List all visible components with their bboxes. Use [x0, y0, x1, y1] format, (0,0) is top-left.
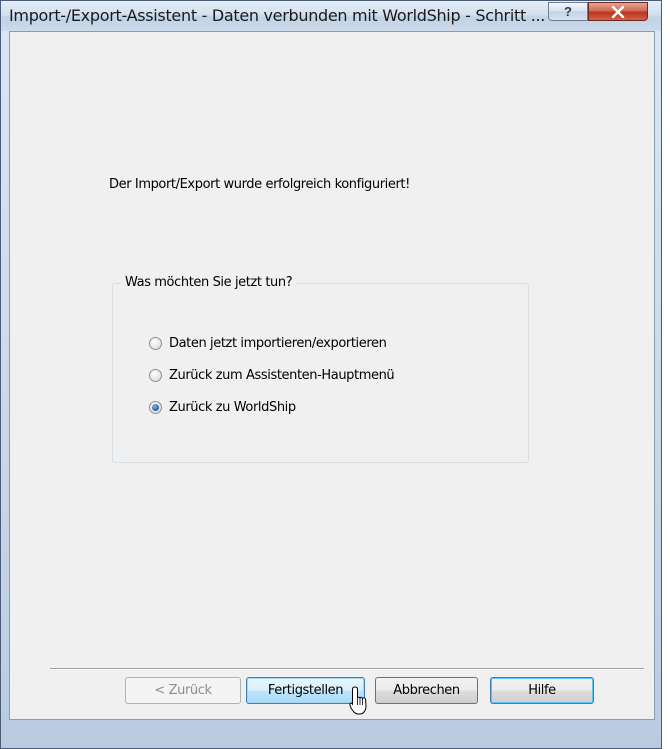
success-message: Der Import/Export wurde erfolgreich konf…	[109, 177, 410, 192]
back-button[interactable]: < Zurück	[125, 677, 241, 704]
radio-import-export-now[interactable]: Daten jetzt importieren/exportieren	[149, 336, 387, 351]
radio-back-to-worldship[interactable]: Zurück zu WorldShip	[149, 400, 296, 415]
finish-button[interactable]: Fertigstellen	[246, 677, 365, 704]
radio-button-icon[interactable]	[149, 337, 162, 350]
button-separator	[50, 668, 644, 670]
radio-back-to-main-menu[interactable]: Zurück zum Assistenten-Hauptmenü	[149, 368, 395, 383]
cancel-button[interactable]: Abbrechen	[375, 677, 478, 704]
window-title: Import-/Export-Assistent - Daten verbund…	[9, 6, 546, 25]
title-close-button[interactable]	[588, 2, 648, 21]
radio-label: Daten jetzt importieren/exportieren	[169, 336, 387, 351]
title-help-button[interactable]: ?	[548, 2, 588, 21]
title-bar[interactable]: Import-/Export-Assistent - Daten verbund…	[1, 1, 661, 31]
close-icon	[611, 5, 625, 18]
help-button[interactable]: Hilfe	[490, 677, 594, 704]
radio-label: Zurück zum Assistenten-Hauptmenü	[169, 368, 395, 383]
radio-button-icon[interactable]	[149, 369, 162, 382]
mouse-pointer-icon	[349, 686, 367, 715]
wizard-window: Import-/Export-Assistent - Daten verbund…	[0, 0, 662, 749]
question-mark-icon: ?	[564, 4, 572, 19]
next-action-group: Was möchten Sie jetzt tun? Daten jetzt i…	[112, 275, 529, 463]
group-legend: Was möchten Sie jetzt tun?	[121, 275, 297, 290]
radio-button-selected-icon[interactable]	[149, 401, 162, 414]
dialog-client-area: Der Import/Export wurde erfolgreich konf…	[9, 31, 655, 720]
radio-label: Zurück zu WorldShip	[169, 400, 296, 415]
